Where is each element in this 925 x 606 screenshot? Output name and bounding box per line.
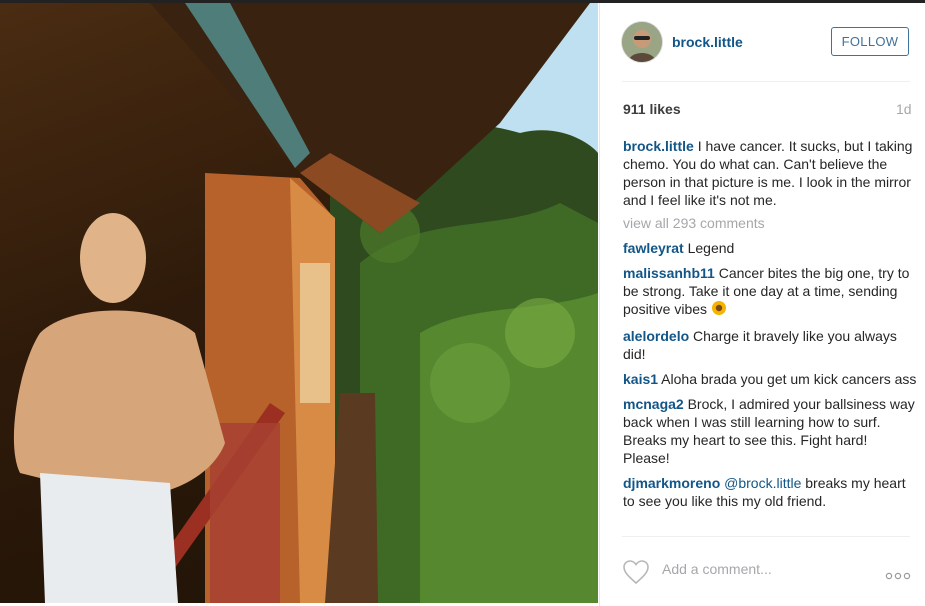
comment-item: malissanhb11 Cancer bites the big one, t… [623,264,917,320]
view-all-comments-link[interactable]: view all 293 comments [623,214,917,232]
comment-username[interactable]: alelordelo [623,328,689,344]
comment-mention[interactable]: @brock.little [724,475,801,491]
comment-item: alelordelo Charge it bravely like you al… [623,327,917,363]
person-shorts [40,473,178,603]
comment-item: fawleyrat Legend [623,239,917,257]
comment-text: Legend [687,240,735,256]
avatar-image [622,22,662,62]
person-head [80,213,146,303]
more-options-icon[interactable] [885,567,911,585]
comment-username[interactable]: djmarkmoreno [623,475,720,491]
caption-username[interactable]: brock.little [623,138,694,154]
leaf-cluster [505,298,575,368]
photo-illustration [13,3,598,603]
post-sidebar: brock.little FOLLOW 911 likes 1d brock.l… [599,3,925,606]
window [300,263,330,403]
post-time[interactable]: 1d [896,101,912,117]
username-link[interactable]: brock.little [672,34,743,50]
comments-list: brock.little I have cancer. It sucks, bu… [623,137,917,535]
divider [622,81,910,82]
likes-count[interactable]: 911 likes [623,101,681,117]
comment-text: Aloha brada you get um kick cancers ass [661,371,917,387]
caption: brock.little I have cancer. It sucks, bu… [623,137,917,209]
sunflower-emoji-icon [711,300,727,320]
comment-item: mcnaga2 Brock, I admired your ballsiness… [623,395,917,467]
person-torso [13,310,225,496]
comment-username[interactable]: malissanhb11 [623,265,715,281]
follow-button[interactable]: FOLLOW [831,27,909,56]
heart-icon[interactable] [622,559,650,590]
leaf-cluster [430,343,510,423]
divider [622,536,910,537]
comment-item: djmarkmoreno @brock.little breaks my hea… [623,474,917,510]
comment-item: kais1 Aloha brada you get um kick cancer… [623,370,917,388]
avatar[interactable] [622,22,662,62]
post-header: brock.little FOLLOW [600,3,925,81]
add-comment-input[interactable]: Add a comment... [662,561,772,577]
comment-username[interactable]: mcnaga2 [623,396,684,412]
comment-username[interactable]: fawleyrat [623,240,684,256]
comment-username[interactable]: kais1 [623,371,658,387]
post-photo[interactable] [0,3,598,603]
